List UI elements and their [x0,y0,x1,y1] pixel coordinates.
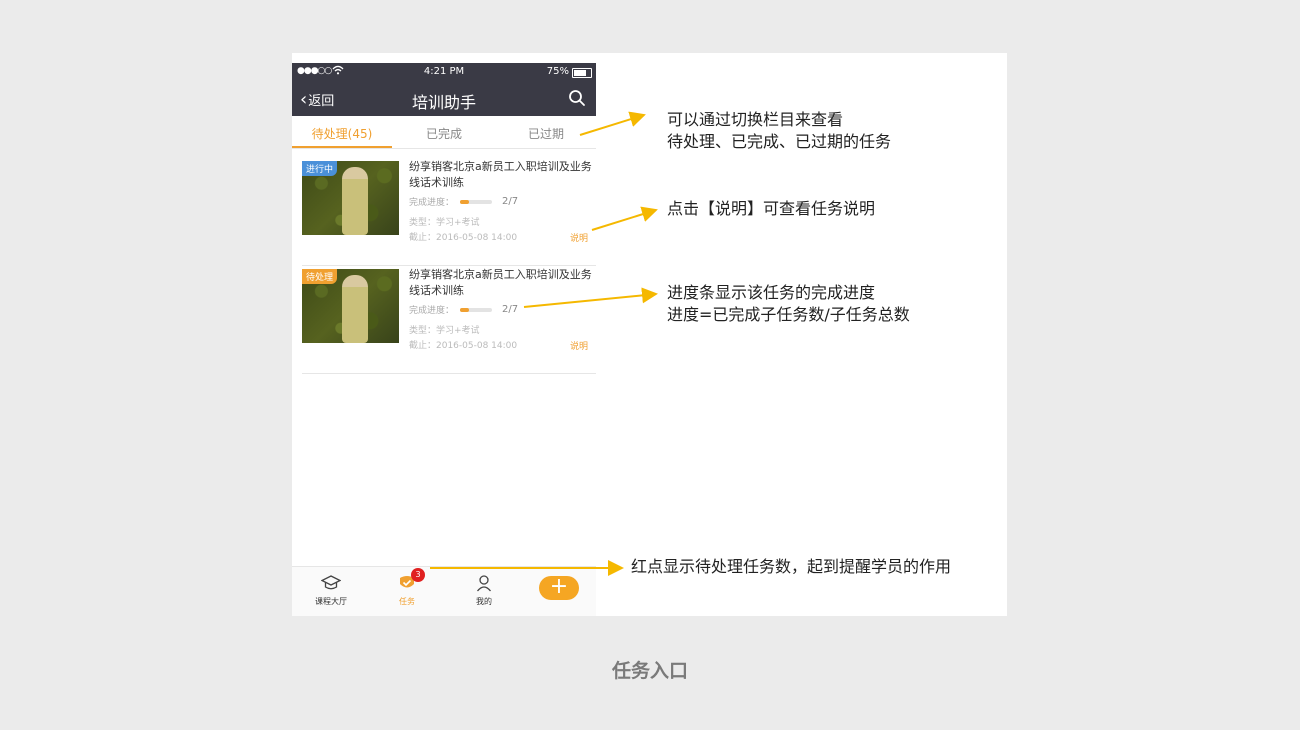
arrow-progress [523,287,658,308]
arrow-tabs [579,111,646,136]
arrow-explain [591,206,658,231]
slide-panel: ●●●○○ 4:21 PM 75% ‹ 返回 培训助手 待处理(45) 已完成 … [292,53,1007,616]
slide-caption: 任务入口 [611,660,688,682]
annotation-arrows [430,111,658,576]
